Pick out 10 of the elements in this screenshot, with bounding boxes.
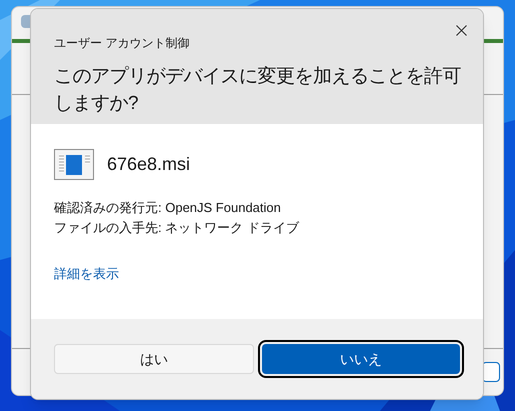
details-link[interactable]: 詳細を表示 xyxy=(54,264,119,284)
dialog-title: ユーザー アカウント制御 xyxy=(54,35,190,52)
close-icon xyxy=(456,24,466,36)
installer-icon xyxy=(54,149,94,180)
app-name: 676e8.msi xyxy=(107,153,190,176)
detail-text: 確認済みの発行元: OpenJS Foundation xyxy=(54,199,282,217)
detail-text: ファイルの入手先: ネットワーク ドライブ xyxy=(54,219,300,237)
primary-button[interactable]: いいえ xyxy=(262,344,460,374)
secondary-button[interactable]: はい xyxy=(54,344,254,374)
dialog-question: このアプリがデバイスに変更を加えることを許可しますか? xyxy=(54,65,462,116)
